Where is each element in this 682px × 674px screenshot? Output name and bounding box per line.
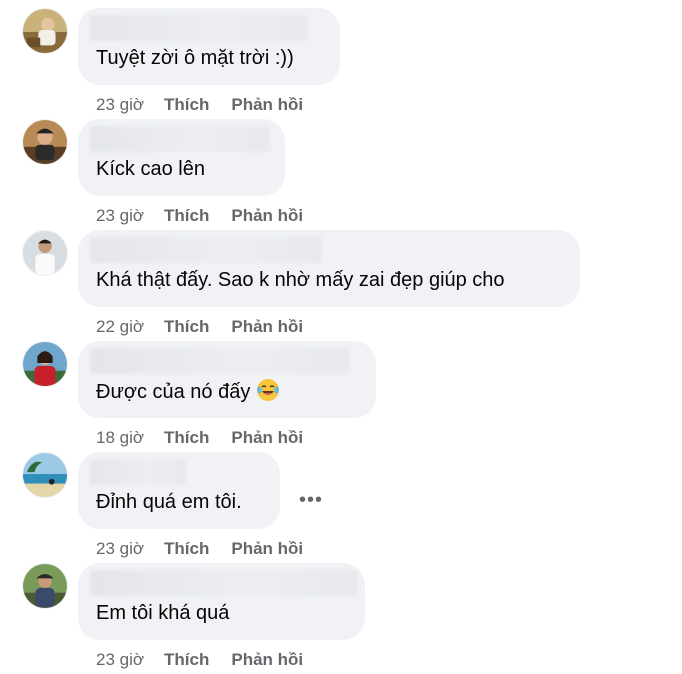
comment-bubble: Tuyệt zời ô mặt trời :))	[78, 8, 340, 85]
reply-button[interactable]: Phản hồi	[231, 650, 303, 669]
comment-actions: 22 giờ Thích Phản hồi	[96, 317, 325, 337]
comment-actions: 23 giờ Thích Phản hồi	[96, 539, 325, 559]
comment-text: Khá thật đấy. Sao k nhờ mấy zai đẹp giúp…	[96, 269, 505, 291]
comment-time[interactable]: 22 giờ	[96, 317, 144, 336]
reply-button[interactable]: Phản hồi	[231, 317, 303, 336]
comment-time[interactable]: 23 giờ	[96, 650, 144, 669]
author-name-redacted[interactable]	[90, 15, 308, 41]
comment-item: Đỉnh quá em tôi. ••• 23 giờ Thích Phản hồi	[0, 452, 682, 563]
reply-button[interactable]: Phản hồi	[231, 95, 303, 114]
comment-item: Tuyệt zời ô mặt trời :)) 23 giờ Thích Phản…	[0, 8, 682, 119]
comment-actions: 23 giờ Thích Phản hồi	[96, 95, 325, 115]
comment-text: Được của nó đấy	[96, 378, 280, 405]
reply-button[interactable]: Phản hồi	[231, 539, 303, 558]
comment-item: Được của nó đấy 18 giờ Thích Phản hồi	[0, 341, 682, 452]
comment-item: Em tôi khá quá 23 giờ Thích Phản hồi	[0, 563, 682, 674]
author-name-redacted[interactable]	[90, 570, 358, 596]
like-button[interactable]: Thích	[164, 539, 209, 558]
comment-time[interactable]: 18 giờ	[96, 428, 144, 447]
author-name-redacted[interactable]	[90, 126, 270, 152]
comment-actions: 18 giờ Thích Phản hồi	[96, 428, 325, 448]
like-button[interactable]: Thích	[164, 650, 209, 669]
like-button[interactable]: Thích	[164, 428, 209, 447]
like-button[interactable]: Thích	[164, 206, 209, 225]
avatar[interactable]	[22, 452, 68, 498]
comment-text: Kíck cao lên	[96, 158, 205, 180]
comment-time[interactable]: 23 giờ	[96, 539, 144, 558]
comment-bubble: Kíck cao lên	[78, 119, 285, 196]
comment-bubble: Khá thật đấy. Sao k nhờ mấy zai đẹp giúp…	[78, 230, 580, 307]
comment-time[interactable]: 23 giờ	[96, 95, 144, 114]
comment-text: Tuyệt zời ô mặt trời :))	[96, 47, 294, 69]
comment-text: Em tôi khá quá	[96, 602, 230, 624]
like-button[interactable]: Thích	[164, 317, 209, 336]
like-button[interactable]: Thích	[164, 95, 209, 114]
comment-bubble: Đỉnh quá em tôi.	[78, 452, 280, 529]
comment-bubble: Em tôi khá quá	[78, 563, 365, 640]
comment-actions: 23 giờ Thích Phản hồi	[96, 650, 325, 670]
avatar[interactable]	[22, 8, 68, 54]
comment-item: Khá thật đấy. Sao k nhờ mấy zai đẹp giúp…	[0, 230, 682, 341]
reply-button[interactable]: Phản hồi	[231, 428, 303, 447]
avatar[interactable]	[22, 230, 68, 276]
avatar[interactable]	[22, 563, 68, 609]
comment-time[interactable]: 23 giờ	[96, 206, 144, 225]
author-name-redacted[interactable]	[90, 459, 186, 485]
comment-text: Đỉnh quá em tôi.	[96, 491, 242, 513]
tears-of-joy-emoji	[257, 379, 280, 401]
avatar[interactable]	[22, 119, 68, 165]
comment-bubble: Được của nó đấy	[78, 341, 376, 418]
comment-item: Kíck cao lên 23 giờ Thích Phản hồi	[0, 119, 682, 230]
author-name-redacted[interactable]	[90, 348, 350, 374]
more-options-icon[interactable]: •••	[299, 490, 323, 510]
avatar[interactable]	[22, 341, 68, 387]
reply-button[interactable]: Phản hồi	[231, 206, 303, 225]
comment-actions: 23 giờ Thích Phản hồi	[96, 206, 325, 226]
author-name-redacted[interactable]	[90, 237, 322, 263]
